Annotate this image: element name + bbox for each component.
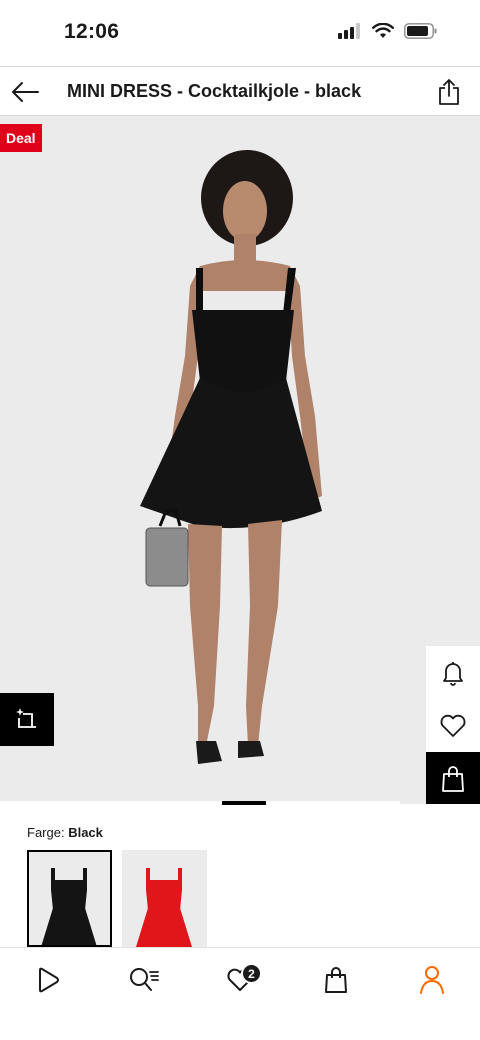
play-icon xyxy=(39,967,59,993)
status-time: 12:06 xyxy=(64,20,120,43)
shopping-bag-icon xyxy=(442,765,464,792)
search-list-icon xyxy=(130,968,159,991)
color-label: Farge: Black xyxy=(27,825,103,840)
tab-discover[interactable] xyxy=(28,960,68,1000)
share-button[interactable] xyxy=(432,75,466,109)
wishlist-count-badge: 2 xyxy=(241,963,262,984)
notify-button[interactable] xyxy=(426,646,480,699)
indicator-thumb xyxy=(222,801,266,805)
shopping-bag-icon xyxy=(325,967,347,993)
cellular-signal-icon xyxy=(338,23,360,39)
wifi-icon xyxy=(372,23,394,38)
back-button[interactable] xyxy=(8,75,42,109)
color-selector: Farge: Black xyxy=(0,806,480,947)
gallery-position-indicator xyxy=(0,801,480,805)
indicator-track xyxy=(0,801,400,805)
side-actions xyxy=(426,646,480,804)
page-title: MINI DRESS - Cocktailkjole - black xyxy=(67,81,362,101)
status-bar: 12:06 xyxy=(0,0,480,66)
tab-wishlist[interactable]: 2 xyxy=(220,960,262,1000)
status-icons xyxy=(338,23,438,39)
arrow-left-icon xyxy=(12,82,39,102)
swatch-image-red xyxy=(122,850,207,947)
product-image-gallery[interactable]: Deal xyxy=(0,116,480,804)
bell-icon xyxy=(443,661,463,686)
deal-badge: Deal xyxy=(0,124,42,152)
product-photo xyxy=(0,116,480,804)
color-swatch-black[interactable] xyxy=(27,850,112,947)
bottom-tab-bar: 2 xyxy=(0,947,480,1040)
person-icon xyxy=(420,966,444,994)
selected-color: Black xyxy=(68,825,103,840)
swatch-image-black xyxy=(27,850,112,947)
tab-profile[interactable] xyxy=(412,960,452,1000)
share-icon xyxy=(439,79,459,105)
tab-search[interactable] xyxy=(124,960,164,1000)
battery-icon xyxy=(404,23,437,39)
product-header: MINI DRESS - Cocktailkjole - black xyxy=(0,66,480,116)
color-label-text: Farge: xyxy=(27,825,69,840)
sparkle-crop-icon xyxy=(16,707,36,728)
heart-icon xyxy=(440,714,466,737)
color-swatches xyxy=(27,850,207,947)
color-swatch-red[interactable] xyxy=(122,850,207,947)
add-to-bag-button[interactable] xyxy=(426,752,480,804)
tab-bag[interactable] xyxy=(316,960,356,1000)
similar-items-button[interactable] xyxy=(0,693,54,746)
wishlist-button[interactable] xyxy=(426,699,480,752)
